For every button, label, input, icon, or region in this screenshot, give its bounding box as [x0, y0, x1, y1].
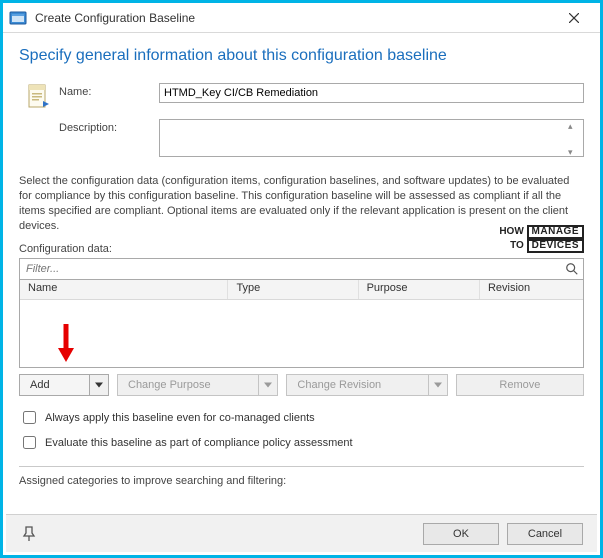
change-revision-label: Change Revision — [297, 379, 381, 391]
page-heading: Specify general information about this c… — [19, 47, 584, 65]
search-icon[interactable] — [561, 262, 583, 276]
window-title: Create Configuration Baseline — [35, 11, 554, 25]
baseline-icon — [25, 83, 53, 111]
assigned-categories-label: Assigned categories to improve searching… — [19, 475, 584, 487]
remove-button: Remove — [456, 374, 584, 396]
always-apply-checkbox-row[interactable]: Always apply this baseline even for co-m… — [19, 408, 584, 427]
name-label: Name: — [59, 83, 159, 98]
titlebar: Create Configuration Baseline — [3, 3, 600, 33]
name-input[interactable] — [159, 83, 584, 103]
add-button[interactable]: Add — [19, 374, 109, 396]
chevron-down-icon — [434, 383, 442, 388]
remove-label: Remove — [499, 379, 540, 391]
description-label: Description: — [59, 119, 159, 134]
ok-button[interactable]: OK — [423, 523, 499, 545]
config-button-row: Add Change Purpose Change Revision Remov… — [19, 374, 584, 396]
chevron-down-icon — [264, 383, 272, 388]
dialog-footer: OK Cancel — [6, 514, 597, 552]
watermark: HOW MANAGE TO DEVICES — [499, 225, 584, 253]
column-revision[interactable]: Revision — [480, 280, 583, 299]
always-apply-label: Always apply this baseline even for co-m… — [45, 412, 315, 424]
divider — [19, 466, 584, 467]
configuration-data-section: HOW MANAGE TO DEVICES Configuration data… — [19, 243, 584, 487]
column-purpose[interactable]: Purpose — [359, 280, 480, 299]
add-button-label: Add — [30, 379, 50, 391]
always-apply-checkbox[interactable] — [23, 411, 36, 424]
change-revision-button: Change Revision — [286, 374, 447, 396]
column-type[interactable]: Type — [228, 280, 358, 299]
change-purpose-button: Change Purpose — [117, 374, 278, 396]
column-name[interactable]: Name — [20, 280, 228, 299]
filter-row — [19, 258, 584, 280]
name-row: Name: — [19, 83, 584, 111]
evaluate-compliance-label: Evaluate this baseline as part of compli… — [45, 437, 353, 449]
configuration-data-table: Name Type Purpose Revision — [19, 280, 584, 368]
description-input[interactable] — [159, 119, 584, 157]
dialog-content: Specify general information about this c… — [3, 33, 600, 495]
evaluate-compliance-checkbox[interactable] — [23, 436, 36, 449]
filter-input[interactable] — [20, 261, 561, 277]
table-header: Name Type Purpose Revision — [20, 280, 583, 300]
app-icon — [9, 9, 27, 27]
chevron-down-icon — [95, 383, 103, 388]
pin-icon[interactable] — [20, 525, 38, 543]
cancel-button[interactable]: Cancel — [507, 523, 583, 545]
evaluate-compliance-checkbox-row[interactable]: Evaluate this baseline as part of compli… — [19, 433, 584, 452]
close-icon[interactable] — [554, 4, 594, 32]
arrow-annotation-icon — [56, 322, 76, 365]
change-purpose-label: Change Purpose — [128, 379, 211, 391]
description-row: Description: ▴▾ — [19, 119, 584, 160]
